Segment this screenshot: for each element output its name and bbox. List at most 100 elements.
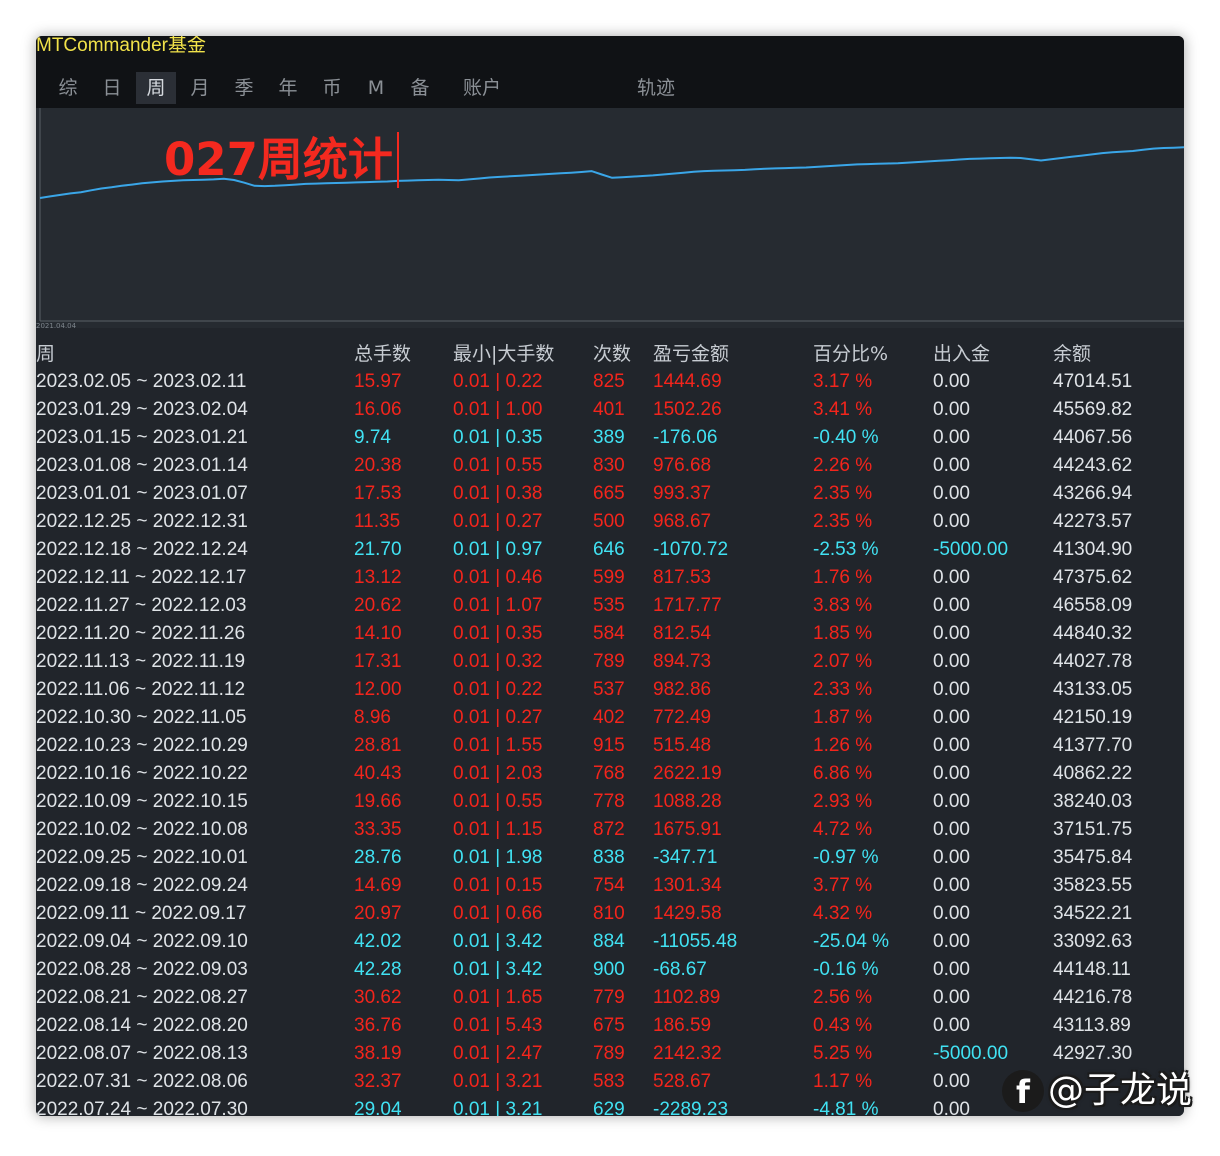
table-row[interactable]: 2022.09.04 ~ 2022.09.10 42.02 0.01 | 3.42 8… [36,928,1184,956]
cell-deposit: 0.00 [933,595,970,616]
cell-pnl: -11055.48 [653,931,738,952]
cell-lots-total: 16.06 [354,399,402,420]
cell-pnl: 894.73 [653,651,712,672]
watermark-logo-icon: f [1002,1070,1044,1112]
cell-lots-minmax: 0.01 | 0.66 [453,903,543,924]
cell-deposit: 0.00 [933,735,970,756]
cell-lots-total: 21.70 [354,539,402,560]
tab-day[interactable]: 日 [92,72,132,104]
title-bar: MTCommander基金 [36,36,1184,68]
cell-week: 2022.09.04 ~ 2022.09.10 [36,931,248,952]
tab-m[interactable]: M [356,72,396,104]
cell-percent: -25.04 % [813,931,890,952]
table-row[interactable]: 2022.08.07 ~ 2022.08.13 38.19 0.01 | 2.47 7… [36,1040,1184,1068]
tab-year[interactable]: 年 [268,72,308,104]
cell-pnl: -347.71 [653,847,718,868]
cell-lots-minmax: 0.01 | 0.97 [453,539,543,560]
cell-week: 2023.01.01 ~ 2023.01.07 [36,483,248,504]
cell-pnl: -176.06 [653,427,718,448]
cell-deposit: -5000.00 [933,1043,1009,1064]
table-row[interactable]: 2022.11.06 ~ 2022.11.12 12.00 0.01 | 0.22 5… [36,676,1184,704]
cell-balance: 44027.78 [1053,651,1133,672]
cell-deposit: 0.00 [933,819,970,840]
cell-count: 900 [593,959,625,980]
header-lots-total: 总手数 [354,343,412,365]
cell-percent: 3.17 % [813,371,873,392]
cell-balance: 45569.82 [1053,399,1133,420]
table-row[interactable]: 2022.11.13 ~ 2022.11.19 17.31 0.01 | 0.32 7… [36,648,1184,676]
table-row[interactable]: 2022.12.11 ~ 2022.12.17 13.12 0.01 | 0.46 5… [36,564,1184,592]
table-row[interactable]: 2023.01.01 ~ 2023.01.07 17.53 0.01 | 0.38 6… [36,480,1184,508]
cell-percent: -4.81 % [813,1099,879,1116]
cell-lots-minmax: 0.01 | 0.27 [453,511,543,532]
tab-currency[interactable]: 币 [312,72,352,104]
cell-lots-minmax: 0.01 | 0.55 [453,455,543,476]
tab-notes[interactable]: 备 [400,72,440,104]
cell-lots-minmax: 0.01 | 0.27 [453,707,543,728]
table-row[interactable]: 2022.10.23 ~ 2022.10.29 28.81 0.01 | 1.55 9… [36,732,1184,760]
cell-deposit: 0.00 [933,483,970,504]
cell-count: 535 [593,595,625,616]
cell-deposit: 0.00 [933,791,970,812]
table-row[interactable]: 2023.02.05 ~ 2023.02.11 15.97 0.01 | 0.22 8… [36,368,1184,396]
cell-balance: 44067.56 [1053,427,1133,448]
table-row[interactable]: 2022.08.21 ~ 2022.08.27 30.62 0.01 | 1.65 7… [36,984,1184,1012]
table-row[interactable]: 2023.01.15 ~ 2023.01.21 9.74 0.01 | 0.35 38… [36,424,1184,452]
cell-lots-minmax: 0.01 | 0.22 [453,679,543,700]
table-row[interactable]: 2023.01.29 ~ 2023.02.04 16.06 0.01 | 1.00 4… [36,396,1184,424]
cell-week: 2022.12.11 ~ 2022.12.17 [36,567,247,588]
table-row[interactable]: 2022.08.28 ~ 2022.09.03 42.28 0.01 | 3.42 9… [36,956,1184,984]
cell-pnl: 1102.89 [653,987,721,1008]
cell-deposit: 0.00 [933,371,970,392]
table-row[interactable]: 2022.09.25 ~ 2022.10.01 28.76 0.01 | 1.98 8… [36,844,1184,872]
header-deposit: 出入金 [933,343,991,365]
table-row[interactable]: 2022.12.25 ~ 2022.12.31 11.35 0.01 | 0.27 5… [36,508,1184,536]
cell-balance: 42927.30 [1053,1043,1133,1064]
table-row[interactable]: 2022.10.09 ~ 2022.10.15 19.66 0.01 | 0.55 7… [36,788,1184,816]
cell-count: 830 [593,455,625,476]
cell-pnl: -2289.23 [653,1099,729,1116]
cell-percent: 3.83 % [813,595,873,616]
cell-lots-minmax: 0.01 | 3.42 [453,931,543,952]
table-row[interactable]: 2022.10.30 ~ 2022.11.05 8.96 0.01 | 0.27 40… [36,704,1184,732]
app-title: MTCommander基金 [36,36,206,56]
tab-trajectory[interactable]: 轨迹 [626,72,686,104]
table-row[interactable]: 2022.08.14 ~ 2022.08.20 36.76 0.01 | 5.43 6… [36,1012,1184,1040]
cell-pnl: 2142.32 [653,1043,722,1064]
cell-lots-minmax: 0.01 | 0.35 [453,427,543,448]
table-row[interactable]: 2022.10.02 ~ 2022.10.08 33.35 0.01 | 1.15 8… [36,816,1184,844]
cell-lots-minmax: 0.01 | 0.15 [453,875,543,896]
cell-percent: 6.86 % [813,763,873,784]
table-row[interactable]: 2023.01.08 ~ 2023.01.14 20.38 0.01 | 0.55 8… [36,452,1184,480]
cell-lots-total: 42.28 [354,959,402,980]
cell-deposit: 0.00 [933,707,970,728]
cell-week: 2022.08.14 ~ 2022.08.20 [36,1015,248,1036]
cell-percent: 4.32 % [813,903,873,924]
cell-pnl: 1444.69 [653,371,722,392]
cell-pnl: 528.67 [653,1071,712,1092]
tab-month[interactable]: 月 [180,72,220,104]
table-row[interactable]: 2022.09.11 ~ 2022.09.17 20.97 0.01 | 0.66 8… [36,900,1184,928]
tab-overview[interactable]: 综 [48,72,88,104]
cell-lots-total: 11.35 [354,511,401,532]
table-row[interactable]: 2022.10.16 ~ 2022.10.22 40.43 0.01 | 2.03 7… [36,760,1184,788]
cell-pnl: 515.48 [653,735,712,756]
tab-week[interactable]: 周 [136,72,176,104]
table-row[interactable]: 2022.11.27 ~ 2022.12.03 20.62 0.01 | 1.07 5… [36,592,1184,620]
cell-deposit: 0.00 [933,679,970,700]
tab-quarter[interactable]: 季 [224,72,264,104]
cell-lots-minmax: 0.01 | 0.55 [453,791,543,812]
table-row[interactable]: 2022.12.18 ~ 2022.12.24 21.70 0.01 | 0.97 6… [36,536,1184,564]
cell-percent: 1.87 % [813,707,873,728]
table-row[interactable]: 2022.11.20 ~ 2022.11.26 14.10 0.01 | 0.35 5… [36,620,1184,648]
cell-balance: 44840.32 [1053,623,1133,644]
cell-percent: 2.07 % [813,651,873,672]
tab-account[interactable]: 账户 [452,72,512,104]
cell-lots-minmax: 0.01 | 3.21 [453,1099,543,1116]
cell-pnl: 1502.26 [653,399,722,420]
cell-lots-total: 33.35 [354,819,402,840]
cell-week: 2023.02.05 ~ 2023.02.11 [36,371,247,392]
cell-lots-minmax: 0.01 | 0.22 [453,371,543,392]
table-row[interactable]: 2022.09.18 ~ 2022.09.24 14.69 0.01 | 0.15 7… [36,872,1184,900]
cell-lots-total: 30.62 [354,987,402,1008]
